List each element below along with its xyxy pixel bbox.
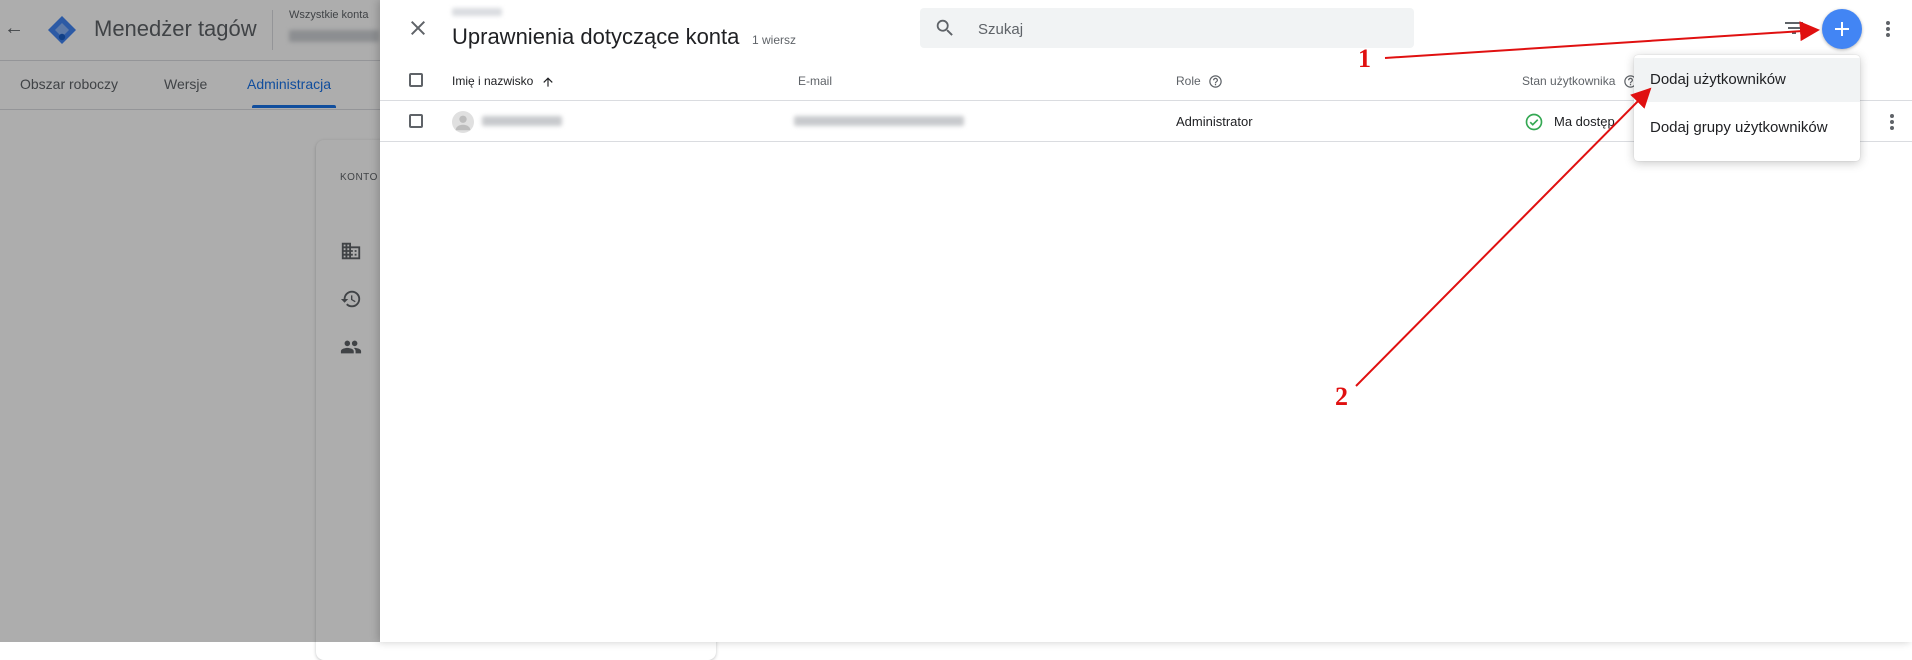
add-menu: Dodaj użytkowników Dodaj grupy użytkowni… <box>1634 55 1860 161</box>
menu-item-add-user-groups[interactable]: Dodaj grupy użytkowników <box>1634 106 1860 150</box>
page-title: Uprawnienia dotyczące konta <box>452 24 740 49</box>
column-header-status-label: Stan użytkownika <box>1522 74 1616 88</box>
user-email-blurred <box>794 116 964 126</box>
breadcrumb-blurred <box>452 8 502 16</box>
filter-icon[interactable] <box>1782 16 1806 40</box>
column-header-status[interactable]: Stan użytkownika <box>1522 74 1638 89</box>
column-header-role-label: Role <box>1176 74 1201 88</box>
more-vert-icon[interactable] <box>1876 17 1900 41</box>
close-icon[interactable] <box>406 16 430 40</box>
search-bar <box>920 8 1414 50</box>
search-input[interactable] <box>976 8 1400 50</box>
column-header-email[interactable]: E-mail <box>798 74 832 88</box>
select-all-checkbox[interactable] <box>409 73 423 87</box>
more-vert-icon[interactable] <box>1880 110 1904 134</box>
annotation-label-1: 1 <box>1358 44 1371 73</box>
annotation-label-2: 2 <box>1335 382 1348 411</box>
column-header-name-label: Imię i nazwisko <box>452 74 534 88</box>
avatar <box>452 111 474 133</box>
menu-item-add-users[interactable]: Dodaj użytkowników <box>1634 58 1860 102</box>
arrow-up-icon[interactable] <box>541 75 555 89</box>
row-checkbox[interactable] <box>409 114 423 128</box>
help-icon[interactable] <box>1208 74 1223 89</box>
user-name-blurred <box>482 116 562 126</box>
column-header-name[interactable]: Imię i nazwisko <box>452 74 555 89</box>
user-status: Ma dostęp <box>1554 114 1615 129</box>
panel-header: Uprawnienia dotyczące konta 1 wiersz <box>380 0 1912 56</box>
person-icon <box>455 115 471 131</box>
row-count: 1 wiersz <box>752 33 797 47</box>
search-icon <box>936 19 953 36</box>
add-button[interactable] <box>1822 9 1862 49</box>
column-header-role[interactable]: Role <box>1176 74 1223 89</box>
check-circle-icon <box>1525 113 1543 131</box>
plus-icon <box>1835 22 1849 36</box>
user-role: Administrator <box>1176 114 1253 129</box>
